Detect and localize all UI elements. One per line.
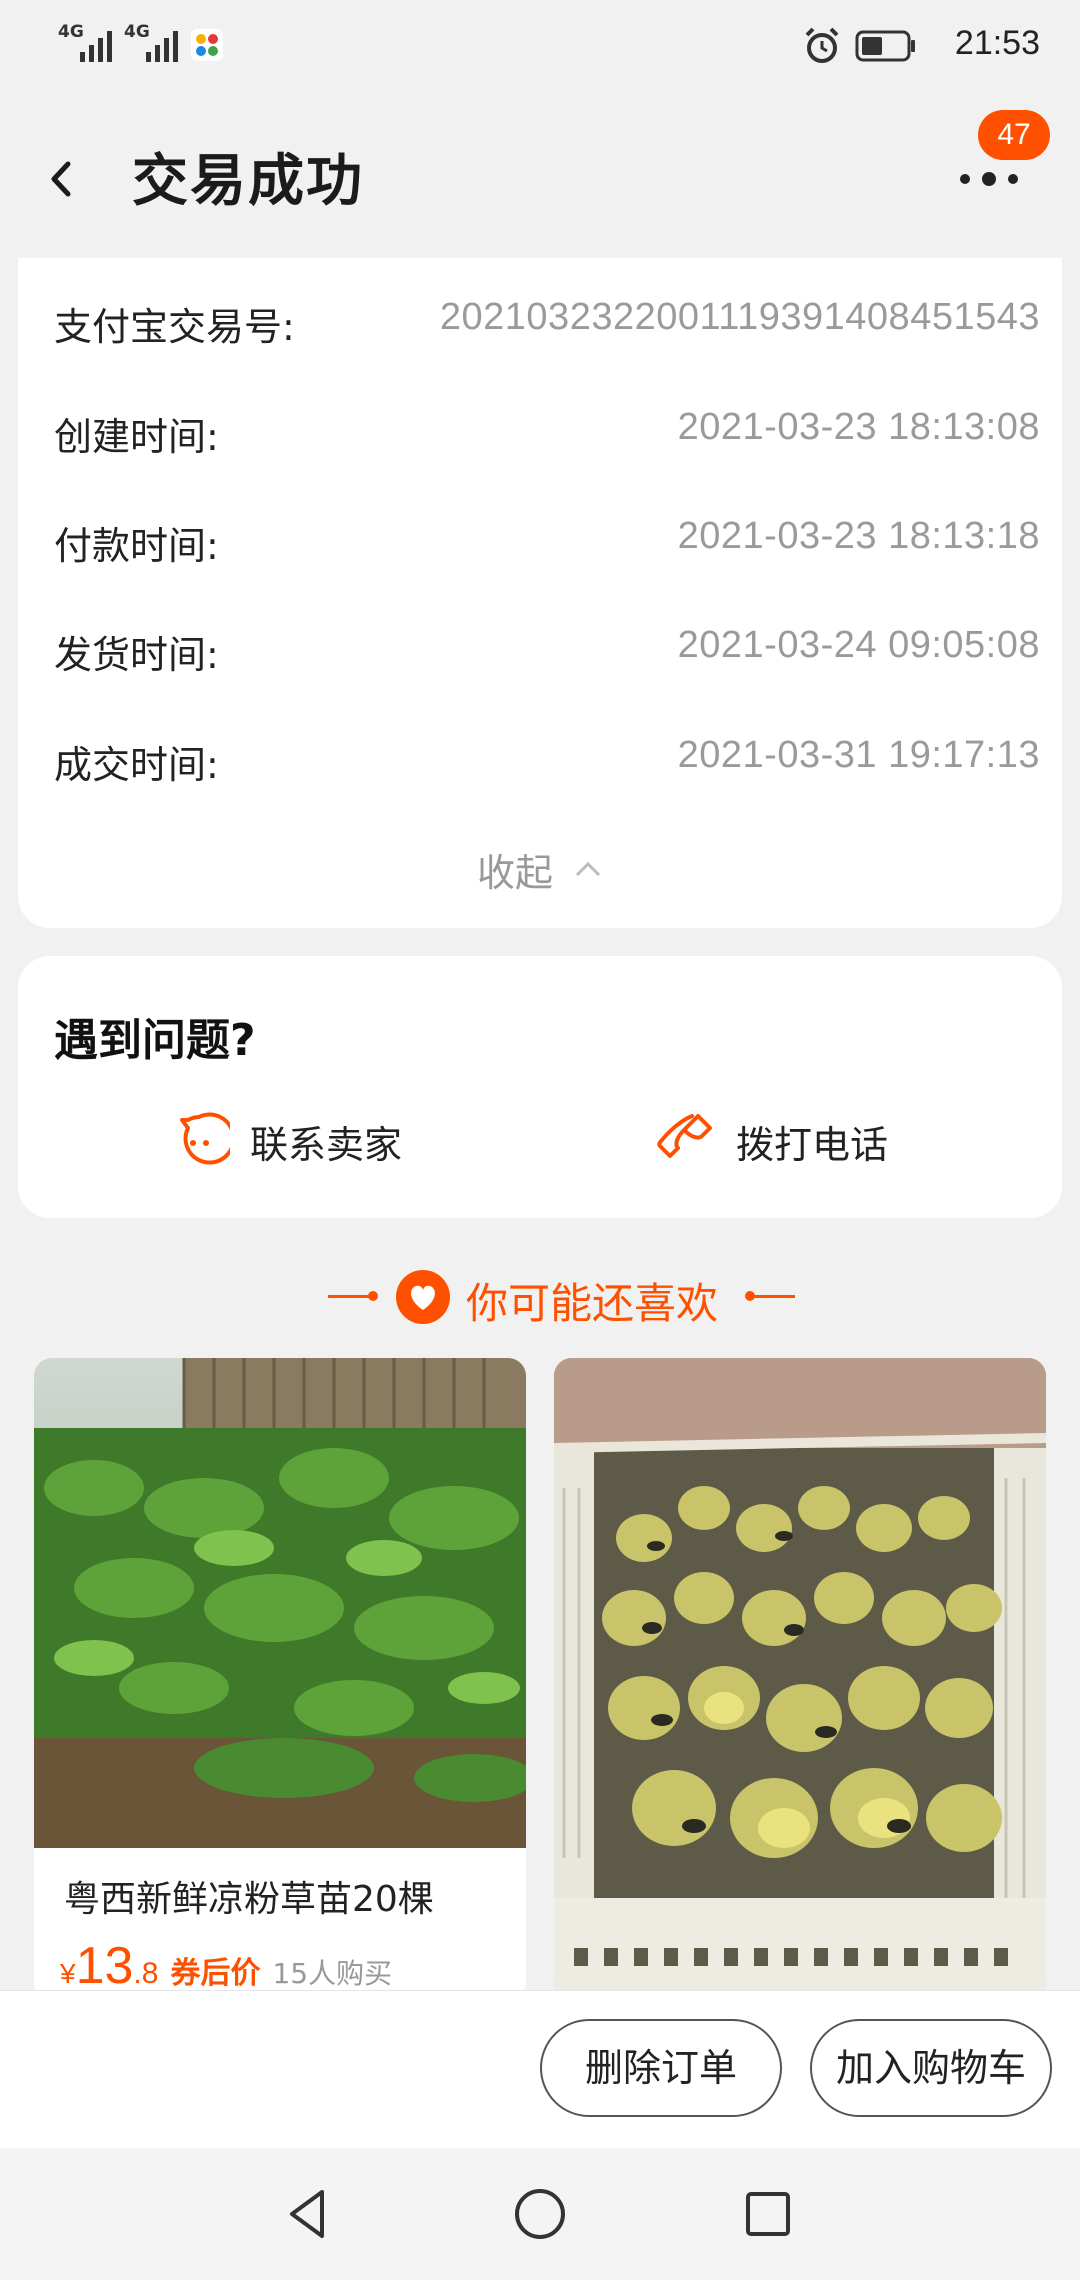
detail-row-trade-no: 支付宝交易号: 2021032322001119391408451543 [54, 296, 1040, 356]
contact-seller-button[interactable]: 联系卖家 [168, 1106, 402, 1176]
message-count-badge: 47 [978, 110, 1050, 160]
detail-value: 2021-03-23 18:13:18 [677, 515, 1040, 557]
heart-icon [396, 1270, 450, 1324]
detail-row-created: 创建时间: 2021-03-23 18:13:08 [54, 406, 1040, 466]
header: 交易成功 47 [0, 92, 1080, 252]
page-title: 交易成功 [132, 149, 364, 214]
status-bar: 4G 4G 21:53 [0, 0, 1080, 92]
chevron-up-icon [575, 861, 601, 876]
price-integer: 13 [75, 1937, 134, 1995]
detail-value: 2021-03-31 19:17:13 [677, 734, 1040, 776]
alarm-icon [805, 27, 839, 63]
product-card[interactable]: 粤西新鲜凉粉草苗20棵 ¥ 13 .8 券后价 15人购买 [34, 1358, 526, 2000]
divider-line [753, 1295, 795, 1298]
product-price: ¥ 13 .8 券后价 15人购买 [60, 1936, 392, 1996]
call-phone-button[interactable]: 拨打电话 [654, 1106, 888, 1176]
bottom-action-bar: 删除订单 加入购物车 [0, 1990, 1080, 2148]
system-nav-bar [0, 2148, 1080, 2280]
detail-value: 2021-03-23 18:13:08 [677, 406, 1040, 448]
sold-count: 15人购买 [272, 1957, 393, 1990]
nav-back-icon[interactable] [278, 2184, 338, 2244]
detail-label: 支付宝交易号: [54, 305, 295, 349]
nav-recent-apps-icon[interactable] [738, 2184, 798, 2244]
contact-seller-label: 联系卖家 [250, 1122, 403, 1167]
divider-dot [368, 1291, 378, 1301]
detail-value: 2021-03-24 09:05:08 [677, 624, 1040, 666]
recommend-header: 你可能还喜欢 [0, 1262, 1080, 1332]
detail-row-paid: 付款时间: 2021-03-23 18:13:18 [54, 515, 1040, 575]
detail-label: 成交时间: [54, 743, 219, 787]
delete-order-button[interactable]: 删除订单 [540, 2019, 782, 2117]
nav-home-icon[interactable] [510, 2184, 570, 2244]
price-currency: ¥ [60, 1958, 76, 1989]
more-dots-icon [960, 172, 1018, 186]
back-icon[interactable] [42, 154, 82, 204]
help-card: 遇到问题? 联系卖家 拨打电话 [18, 956, 1062, 1218]
recommend-title: 你可能还喜欢 [466, 1279, 719, 1328]
signal-icon: 4G [124, 22, 178, 62]
phone-icon [657, 1114, 712, 1158]
product-card[interactable] [554, 1358, 1046, 2000]
detail-label: 发货时间: [54, 633, 219, 677]
collapse-label: 收起 [476, 851, 553, 895]
product-image-goslings [554, 1358, 1046, 2000]
product-image-plants [34, 1358, 526, 1848]
detail-row-completed: 成交时间: 2021-03-31 19:17:13 [54, 734, 1040, 794]
chat-face-icon [180, 1112, 230, 1165]
coupon-price-tag: 券后价 [170, 1956, 261, 1991]
collapse-button[interactable]: 收起 [18, 842, 1062, 897]
product-name: 粤西新鲜凉粉草苗20棵 [64, 1879, 434, 1920]
status-time: 21:53 [954, 24, 1040, 62]
help-title: 遇到问题? [54, 1015, 256, 1066]
order-details-card: 支付宝交易号: 2021032322001119391408451543 创建时… [18, 258, 1062, 928]
battery-icon [855, 30, 915, 62]
add-to-cart-button[interactable]: 加入购物车 [810, 2019, 1052, 2117]
detail-value[interactable]: 2021032322001119391408451543 [440, 296, 1040, 339]
price-decimal: .8 [133, 1957, 159, 1990]
app-icon [191, 29, 223, 61]
detail-row-shipped: 发货时间: 2021-03-24 09:05:08 [54, 624, 1040, 684]
detail-label: 创建时间: [54, 415, 219, 459]
detail-label: 付款时间: [54, 524, 219, 568]
signal-icon: 4G [58, 22, 112, 62]
call-phone-label: 拨打电话 [736, 1122, 889, 1167]
divider-line [328, 1295, 370, 1298]
more-button[interactable] [950, 162, 1030, 202]
